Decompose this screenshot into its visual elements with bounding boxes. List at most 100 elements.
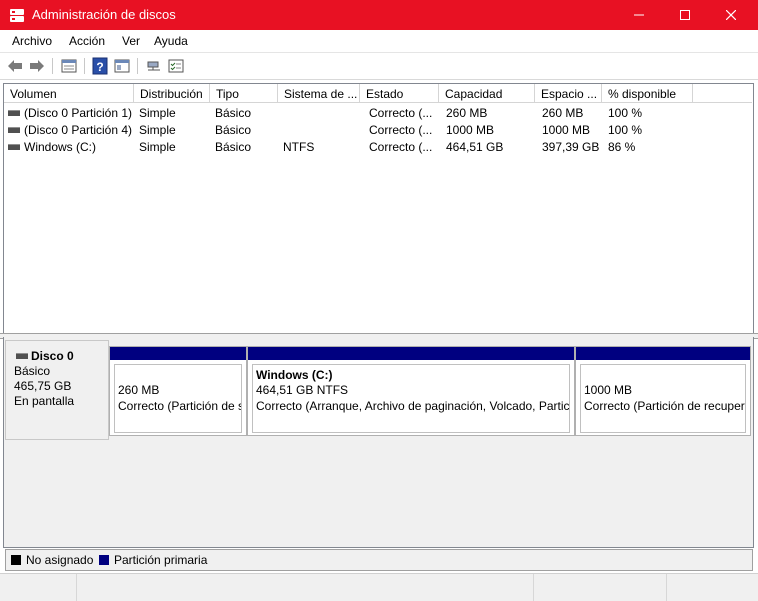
column-header-empty — [693, 84, 752, 103]
menu-ver[interactable]: Ver — [122, 34, 140, 48]
volume-icon — [8, 127, 20, 133]
menu-ayuda[interactable]: Ayuda — [154, 34, 188, 48]
checklist-icon[interactable] — [167, 57, 185, 75]
cell-disponible: 100 % — [608, 106, 643, 120]
column-header-tipo[interactable]: Tipo — [210, 84, 278, 103]
status-separator — [666, 574, 667, 601]
minimize-button[interactable] — [616, 0, 662, 30]
toolbar-separator — [84, 58, 85, 74]
disk-icon — [16, 353, 28, 359]
cell-capacidad: 260 MB — [446, 106, 488, 120]
maximize-icon — [680, 10, 690, 20]
partition-color-bar — [110, 347, 246, 360]
cell-volumen: Windows (C:) — [24, 140, 97, 154]
menu-accion[interactable]: Acción — [69, 34, 105, 48]
column-header-distribucion[interactable]: Distribución — [134, 84, 210, 103]
menu-bar: Archivo Acción Ver Ayuda — [0, 30, 758, 53]
disk-type: Básico — [14, 364, 51, 378]
column-header-label: Volumen — [10, 87, 57, 101]
partition-status: Correcto (Arranque, Archivo de paginació… — [256, 399, 570, 413]
legend-label: No asignado — [26, 553, 94, 567]
cell-sistema: NTFS — [283, 140, 315, 154]
column-header-label: Capacidad — [445, 87, 503, 101]
cell-distribucion: Simple — [139, 123, 176, 137]
partition-block-windows[interactable]: Windows (C:) 464,51 GB NTFS Correcto (Ar… — [247, 346, 575, 436]
cell-espacio: 1000 MB — [542, 123, 591, 137]
window-title: Administración de discos — [32, 7, 176, 22]
partition-size: 1000 MB — [584, 383, 633, 397]
cell-volumen: (Disco 0 Partición 1) — [24, 106, 133, 120]
partition-block[interactable]: 1000 MB Correcto (Partición de recuper — [575, 346, 751, 436]
partition-details: Windows (C:) 464,51 GB NTFS Correcto (Ar… — [252, 364, 570, 433]
column-header-disponible[interactable]: % disponible — [602, 84, 693, 103]
column-header-label: Espacio ... — [541, 87, 598, 101]
partition-block[interactable]: 260 MB Correcto (Partición de s — [109, 346, 247, 436]
legend: No asignado Partición primaria — [5, 549, 753, 571]
partition-details: 260 MB Correcto (Partición de s — [114, 364, 242, 433]
cell-tipo: Básico — [215, 140, 252, 154]
volume-icon — [8, 110, 20, 116]
column-header-capacidad[interactable]: Capacidad — [439, 84, 535, 103]
properties-icon[interactable] — [60, 57, 78, 75]
help-icon[interactable]: ? — [91, 57, 109, 75]
column-header-label: Sistema de ... — [284, 87, 358, 101]
cell-estado: Correcto (... — [369, 140, 433, 154]
title-bar: Administración de discos — [0, 0, 758, 30]
table-row[interactable]: (Disco 0 Partición 4) Simple Básico Corr… — [4, 121, 752, 138]
volume-list[interactable]: Volumen Distribución Tipo Sistema de ...… — [3, 83, 754, 334]
table-row[interactable]: (Disco 0 Partición 1) Simple Básico Corr… — [4, 104, 752, 121]
toolbar: ? — [0, 53, 758, 80]
cell-estado: Correcto (... — [369, 123, 433, 137]
partition-size: 464,51 GB NTFS — [256, 383, 349, 397]
cell-tipo: Básico — [215, 123, 252, 137]
toolbar-separator — [137, 58, 138, 74]
maximize-button[interactable] — [662, 0, 708, 30]
cell-tipo: Básico — [215, 106, 252, 120]
column-header-espacio[interactable]: Espacio ... — [535, 84, 602, 103]
cell-espacio: 260 MB — [542, 106, 584, 120]
cell-estado: Correcto (... — [369, 106, 433, 120]
disk-management-icon — [10, 9, 24, 22]
disk-status: En pantalla — [14, 394, 75, 408]
legend-label: Partición primaria — [114, 553, 208, 567]
partition-color-bar — [248, 347, 574, 360]
cell-capacidad: 464,51 GB — [446, 140, 504, 154]
partition-status: Correcto (Partición de s — [118, 399, 242, 413]
column-header-label: % disponible — [608, 87, 677, 101]
cell-disponible: 100 % — [608, 123, 643, 137]
column-header-sistema[interactable]: Sistema de ... — [278, 84, 360, 103]
column-header-estado[interactable]: Estado — [360, 84, 439, 103]
disk-name: Disco 0 — [31, 349, 74, 363]
column-header-label: Estado — [366, 87, 404, 101]
table-row[interactable]: Windows (C:) Simple Básico NTFS Correcto… — [4, 138, 752, 155]
toolbar-separator — [52, 58, 53, 74]
partition-size: 260 MB — [118, 383, 160, 397]
partition-color-bar — [576, 347, 750, 360]
volume-icon — [8, 144, 20, 150]
cell-capacidad: 1000 MB — [446, 123, 495, 137]
status-separator — [533, 574, 534, 601]
cell-distribucion: Simple — [139, 106, 176, 120]
close-button[interactable] — [708, 0, 754, 30]
status-bar — [0, 573, 758, 601]
column-header-volumen[interactable]: Volumen — [4, 84, 134, 103]
legend-swatch-unallocated — [11, 555, 21, 565]
partition-status: Correcto (Partición de recuper — [584, 399, 745, 413]
column-header-label: Distribución — [140, 87, 203, 101]
cell-volumen: (Disco 0 Partición 4) — [24, 123, 133, 137]
menu-archivo[interactable]: Archivo — [12, 34, 52, 48]
partition-details: 1000 MB Correcto (Partición de recuper — [580, 364, 746, 433]
cell-distribucion: Simple — [139, 140, 176, 154]
console-icon[interactable] — [113, 57, 131, 75]
connect-icon[interactable] — [145, 57, 163, 75]
column-header-label: Tipo — [216, 87, 239, 101]
forward-arrow-icon[interactable] — [28, 57, 46, 75]
disk-info[interactable]: Disco 0 Básico 465,75 GB En pantalla — [5, 340, 109, 440]
disk-size: 465,75 GB — [14, 379, 72, 393]
back-arrow-icon[interactable] — [6, 57, 24, 75]
minimize-icon — [634, 14, 644, 16]
svg-text:?: ? — [96, 60, 103, 74]
cell-disponible: 86 % — [608, 140, 636, 154]
partition-title: Windows (C:) — [256, 368, 333, 382]
cell-espacio: 397,39 GB — [542, 140, 600, 154]
